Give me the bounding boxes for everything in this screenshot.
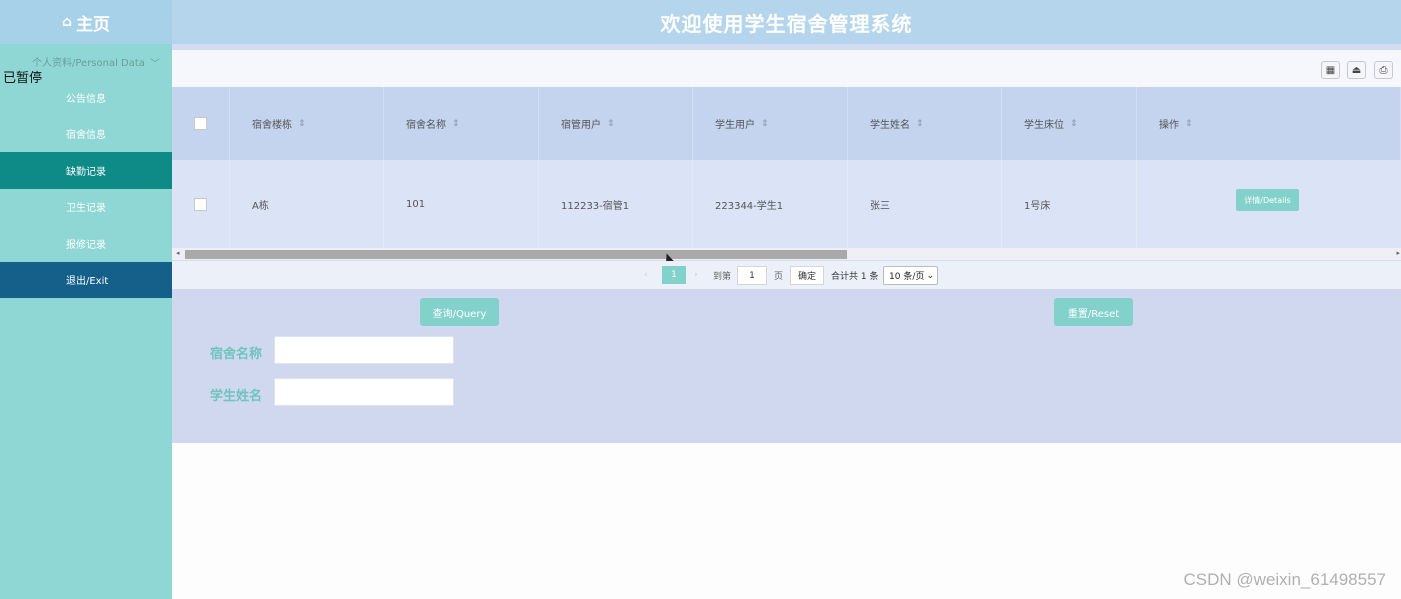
table-cell: 张三 bbox=[848, 160, 1002, 248]
page-label: 页 bbox=[774, 271, 784, 282]
paused-overlay-text: 已暂停 bbox=[3, 71, 43, 86]
page-size-select[interactable]: 10 条/页 ⌄ bbox=[883, 266, 938, 285]
row-select-cell bbox=[172, 160, 230, 248]
dorm-name-label: 宿舍名称 bbox=[210, 347, 263, 362]
reset-button[interactable]: 重置/Reset bbox=[1054, 298, 1133, 326]
sidebar-group-label: 个人资料/Personal Data bbox=[32, 58, 145, 69]
action-cell: 详情/Details bbox=[1137, 160, 1401, 248]
chevron-down-icon: ⌄ bbox=[926, 270, 934, 281]
sort-icon: ⇕ bbox=[298, 118, 306, 129]
column-header-label: 学生姓名 bbox=[870, 120, 910, 131]
sidebar-item-hygiene[interactable]: 卫生记录 bbox=[0, 189, 172, 226]
query-button[interactable]: 查询/Query bbox=[420, 298, 499, 326]
sidebar-item-label: 公告信息 bbox=[66, 93, 106, 105]
sidebar-item-exit[interactable]: 退出/Exit bbox=[0, 261, 172, 298]
sidebar-item-label: 卫生记录 bbox=[66, 203, 106, 215]
column-header-label: 宿管用户 bbox=[561, 120, 601, 131]
top-header: ⌂ 主页 欢迎使用学生宿舍管理系统 bbox=[0, 0, 1401, 44]
sidebar: 个人资料/Personal Data ﹀ 公告信息 宿舍信息 缺勤记录 卫生记录… bbox=[0, 44, 172, 599]
student-name-input[interactable] bbox=[274, 378, 454, 406]
column-header[interactable]: 宿舍楼栋 ⇕ bbox=[230, 87, 384, 160]
table-cell: 112233-宿管1 bbox=[539, 160, 693, 248]
table-cell: 223344-学生1 bbox=[693, 160, 848, 248]
horizontal-scrollbar[interactable]: ◂ ▸ bbox=[172, 248, 1401, 260]
home-label: 主页 bbox=[76, 14, 111, 35]
column-header-label: 宿舍楼栋 bbox=[252, 120, 292, 131]
table-cell: 101 bbox=[384, 160, 539, 248]
goto-label: 到第 bbox=[713, 271, 732, 282]
student-name-label: 学生姓名 bbox=[210, 389, 263, 404]
sidebar-item-absence[interactable]: 缺勤记录 bbox=[0, 152, 172, 189]
goto-page-input[interactable]: 1 bbox=[737, 266, 767, 285]
home-icon: ⌂ bbox=[61, 14, 73, 30]
column-header[interactable]: 学生用户 ⇕ bbox=[693, 87, 848, 160]
header-select-cell bbox=[172, 87, 230, 160]
column-header[interactable]: 操作 ⇕ bbox=[1137, 87, 1401, 160]
select-all-checkbox[interactable] bbox=[194, 117, 207, 130]
dorm-name-input[interactable] bbox=[274, 336, 454, 364]
table-toolbar: ▦ ⏏ ⎙ bbox=[172, 50, 1401, 87]
scrollbar-thumb[interactable] bbox=[185, 250, 847, 259]
page-title: 欢迎使用学生宿舍管理系统 bbox=[660, 11, 913, 36]
columns-icon[interactable]: ▦ bbox=[1321, 61, 1340, 79]
next-page-icon[interactable]: › bbox=[694, 266, 698, 284]
export-icon[interactable]: ⏏ bbox=[1347, 61, 1366, 79]
sidebar-item-dorm-info[interactable]: 宿舍信息 bbox=[0, 116, 172, 153]
table-cell: 1号床 bbox=[1002, 160, 1137, 248]
sort-icon: ⇕ bbox=[452, 118, 460, 129]
column-header-label: 学生床位 bbox=[1024, 120, 1064, 131]
sort-icon: ⇕ bbox=[916, 118, 924, 129]
watermark: CSDN @weixin_61498557 bbox=[1183, 570, 1386, 589]
sidebar-item-label: 缺勤记录 bbox=[66, 166, 106, 178]
chevron-down-icon: ﹀ bbox=[150, 59, 160, 70]
sidebar-item-label: 退出/Exit bbox=[66, 276, 109, 288]
total-count: 合计共 1 条 bbox=[831, 271, 879, 282]
column-header-label: 学生用户 bbox=[715, 120, 755, 131]
column-header[interactable]: 学生姓名 ⇕ bbox=[848, 87, 1002, 160]
data-table: 宿舍楼栋 ⇕ 宿舍名称 ⇕ 宿管用户 ⇕ 学生用户 ⇕ 学生姓名 ⇕ 学生床位 ⇕ 操作 ⇕ … bbox=[172, 87, 1401, 248]
print-icon[interactable]: ⎙ bbox=[1374, 61, 1393, 79]
sidebar-item-label: 宿舍信息 bbox=[66, 130, 106, 142]
sort-icon: ⇕ bbox=[607, 118, 615, 129]
goto-confirm-button[interactable]: 确定 bbox=[790, 266, 824, 285]
page-number-current[interactable]: 1 bbox=[662, 266, 686, 284]
column-header-label: 宿舍名称 bbox=[406, 120, 446, 131]
sort-icon: ⇕ bbox=[1070, 118, 1078, 129]
table-cell: A栋 bbox=[230, 160, 384, 248]
sort-icon: ⇕ bbox=[1185, 118, 1193, 129]
home-link[interactable]: ⌂ 主页 bbox=[0, 0, 172, 44]
details-button[interactable]: 详情/Details bbox=[1236, 189, 1299, 211]
prev-page-icon[interactable]: ‹ bbox=[644, 266, 648, 284]
sidebar-item-label: 报修记录 bbox=[66, 239, 106, 251]
column-header[interactable]: 宿舍名称 ⇕ bbox=[384, 87, 539, 160]
scroll-right-icon[interactable]: ▸ bbox=[1396, 249, 1400, 257]
column-header[interactable]: 宿管用户 ⇕ bbox=[539, 87, 693, 160]
row-checkbox[interactable] bbox=[194, 197, 207, 211]
table-header-row: 宿舍楼栋 ⇕ 宿舍名称 ⇕ 宿管用户 ⇕ 学生用户 ⇕ 学生姓名 ⇕ 学生床位 ⇕ 操作 ⇕ bbox=[172, 87, 1401, 160]
column-header-label: 操作 bbox=[1159, 120, 1179, 131]
scroll-left-icon[interactable]: ◂ bbox=[176, 249, 180, 257]
sidebar-item-repair[interactable]: 报修记录 bbox=[0, 225, 172, 262]
page-size-value: 10 条/页 bbox=[889, 272, 925, 282]
search-panel: 查询/Query 重置/Reset 宿舍名称 学生姓名 bbox=[172, 289, 1401, 443]
column-header[interactable]: 学生床位 ⇕ bbox=[1002, 87, 1137, 160]
sort-icon: ⇕ bbox=[761, 118, 769, 129]
table-row: A栋 101 112233-宿管1 223344-学生1 张三 1号床 详情/D… bbox=[172, 160, 1401, 248]
pagination: ‹ 1 › 到第 1 页 确定 合计共 1 条 10 条/页 ⌄ bbox=[172, 261, 1401, 289]
